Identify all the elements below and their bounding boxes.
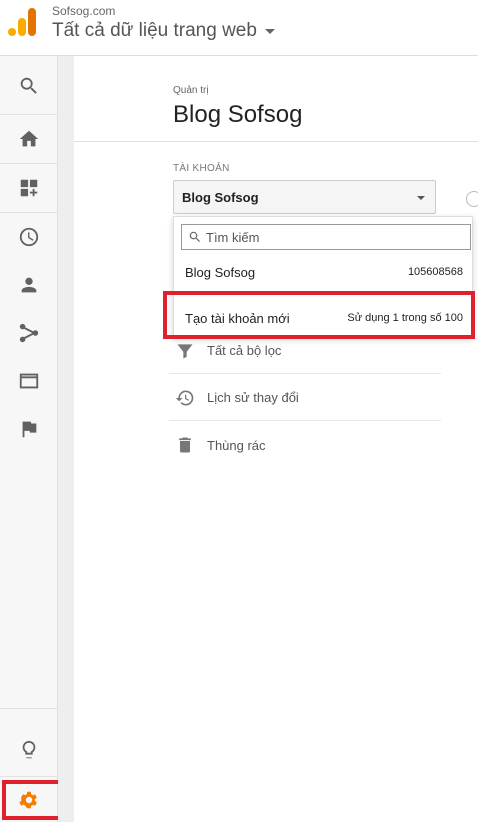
menu-change-history[interactable]: Lịch sử thay đổi — [169, 375, 441, 421]
nav-search[interactable] — [0, 62, 58, 110]
content-gutter — [58, 56, 74, 822]
admin-panel: Quản trị Blog Sofsog TÀI KHOẢN Blog Sofs… — [74, 56, 478, 822]
trash-icon — [179, 437, 191, 453]
account-option-name: Blog Sofsog — [185, 264, 256, 280]
search-icon — [189, 231, 200, 242]
account-selected-value: Blog Sofsog — [182, 189, 259, 205]
nav-realtime[interactable] — [0, 213, 58, 261]
create-account-highlight-box — [163, 291, 475, 339]
menu-label: Lịch sử thay đổi — [207, 390, 299, 405]
filter-icon — [177, 343, 193, 358]
account-search-input[interactable] — [206, 229, 456, 245]
lightbulb-icon — [22, 740, 36, 759]
page-title: Blog Sofsog — [173, 101, 303, 128]
nav-audience[interactable] — [0, 261, 58, 309]
property-selector[interactable]: Tất cả dữ liệu trang web — [52, 20, 275, 42]
home-icon — [19, 130, 39, 147]
behavior-icon — [19, 373, 39, 389]
history-icon — [175, 389, 194, 405]
search-icon — [20, 77, 37, 94]
menu-trash[interactable]: Thùng rác — [169, 422, 441, 468]
person-icon — [21, 277, 37, 293]
top-header: Sofsog.com Tất cả dữ liệu trang web — [0, 0, 478, 56]
nav-conversions[interactable] — [0, 405, 58, 453]
site-name: Sofsog.com — [52, 4, 116, 18]
account-selector[interactable]: Blog Sofsog — [173, 180, 436, 214]
left-nav — [0, 56, 58, 822]
clock-icon — [19, 227, 39, 247]
account-search-box[interactable] — [181, 224, 471, 250]
menu-label: Thùng rác — [207, 437, 266, 453]
account-option[interactable]: Blog Sofsog 105608568 — [174, 261, 474, 283]
breadcrumb: Quản trị — [173, 85, 209, 96]
nav-acquisition[interactable] — [0, 309, 58, 357]
caret-down-icon — [417, 196, 425, 200]
account-option-id: 105608568 — [407, 266, 463, 278]
menu-label: Tất cả bộ lọc — [207, 343, 282, 358]
analytics-logo-icon[interactable] — [8, 6, 38, 36]
scroll-right-button[interactable] — [466, 191, 478, 207]
property-name: Tất cả dữ liệu trang web — [52, 20, 257, 41]
nav-home[interactable] — [0, 115, 58, 163]
nav-discover[interactable] — [0, 726, 58, 774]
caret-down-icon — [264, 28, 275, 34]
flag-icon — [22, 421, 37, 438]
dashboard-add-icon — [20, 179, 38, 197]
nav-customization[interactable] — [0, 164, 58, 212]
nav-behavior[interactable] — [0, 357, 58, 405]
title-divider — [74, 141, 478, 142]
acquisition-icon — [19, 323, 39, 343]
account-column-label: TÀI KHOẢN — [173, 163, 230, 174]
